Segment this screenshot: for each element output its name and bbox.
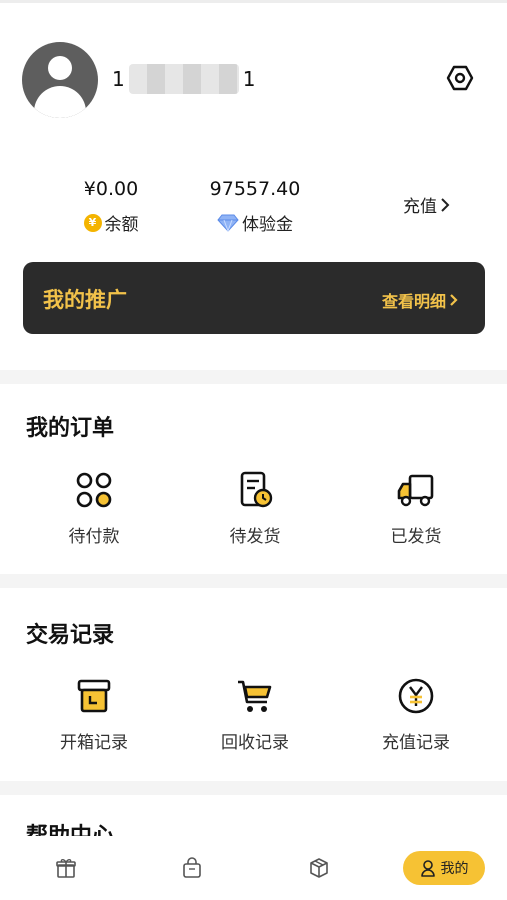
username-start: 1	[112, 67, 125, 91]
transaction-item-label: 回收记录	[221, 733, 289, 753]
shopping-bag-icon[interactable]	[180, 856, 204, 880]
transaction-item-label: 开箱记录	[60, 733, 128, 753]
top-divider	[0, 0, 507, 3]
user-outline-icon	[420, 860, 435, 877]
balance-block[interactable]: ¥0.00 ¥ 余额	[51, 176, 171, 235]
cart-icon	[238, 680, 272, 712]
view-details-link[interactable]: 查看明细	[382, 288, 459, 312]
avatar-body	[34, 86, 86, 118]
order-item-label: 待付款	[68, 527, 120, 547]
gift-icon[interactable]	[54, 856, 78, 880]
trial-fund-label-row: 体验金	[195, 210, 315, 235]
balance-label: 余额	[104, 215, 139, 235]
order-item-label: 已发货	[390, 527, 442, 547]
section-divider	[0, 574, 507, 588]
recharge-records[interactable]: 充值记录	[356, 676, 476, 753]
promotion-title: 我的推广	[43, 288, 127, 312]
balance-value: ¥0.00	[83, 178, 139, 200]
transaction-item-label: 充值记录	[382, 733, 450, 753]
tab-mine-label: 我的	[440, 861, 469, 877]
chevron-right-icon	[441, 197, 450, 212]
username-blur	[128, 64, 239, 94]
user-avatar-icon[interactable]	[22, 42, 98, 118]
help-center-title: 帮助中心	[26, 818, 114, 836]
section-divider	[0, 781, 507, 795]
balance-label-row: ¥ 余额	[51, 210, 171, 235]
cube-box-icon[interactable]	[307, 856, 331, 880]
box-open-icon	[77, 679, 111, 713]
truck-icon	[397, 474, 434, 507]
order-pending-payment[interactable]: 待付款	[34, 470, 154, 547]
document-clock-icon	[240, 471, 273, 508]
order-item-label: 待发货	[229, 527, 281, 547]
view-details-label: 查看明细	[381, 292, 446, 311]
hexagon-settings-icon[interactable]	[446, 64, 474, 92]
recycle-records[interactable]: 回收记录	[195, 676, 315, 753]
recharge-button[interactable]: 充值	[403, 192, 451, 217]
trial-fund-label: 体验金	[242, 215, 293, 235]
my-promotion-banner[interactable]: 我的推广 查看明细	[23, 262, 485, 334]
chevron-right-icon	[450, 294, 458, 306]
diamond-icon	[217, 214, 239, 232]
bottom-tab-bar: 我的	[0, 836, 507, 900]
username-end: 1	[242, 67, 256, 91]
trial-fund-value: 97557.40	[209, 178, 301, 200]
avatar-head	[48, 56, 72, 80]
tab-mine[interactable]: 我的	[403, 851, 485, 885]
recharge-label: 充值	[403, 197, 437, 217]
grid-clover-icon	[76, 472, 112, 508]
yen-circle-icon	[398, 678, 434, 714]
transactions-title: 交易记录	[26, 623, 115, 648]
orders-title: 我的订单	[26, 416, 115, 441]
yen-coin-icon: ¥	[83, 213, 102, 232]
section-divider	[0, 370, 507, 384]
trial-fund-block[interactable]: 97557.40 体验金	[195, 176, 315, 235]
open-box-records[interactable]: 开箱记录	[34, 676, 154, 753]
username: 1 1	[112, 64, 255, 94]
order-pending-shipment[interactable]: 待发货	[195, 470, 315, 547]
order-shipped[interactable]: 已发货	[356, 470, 476, 547]
